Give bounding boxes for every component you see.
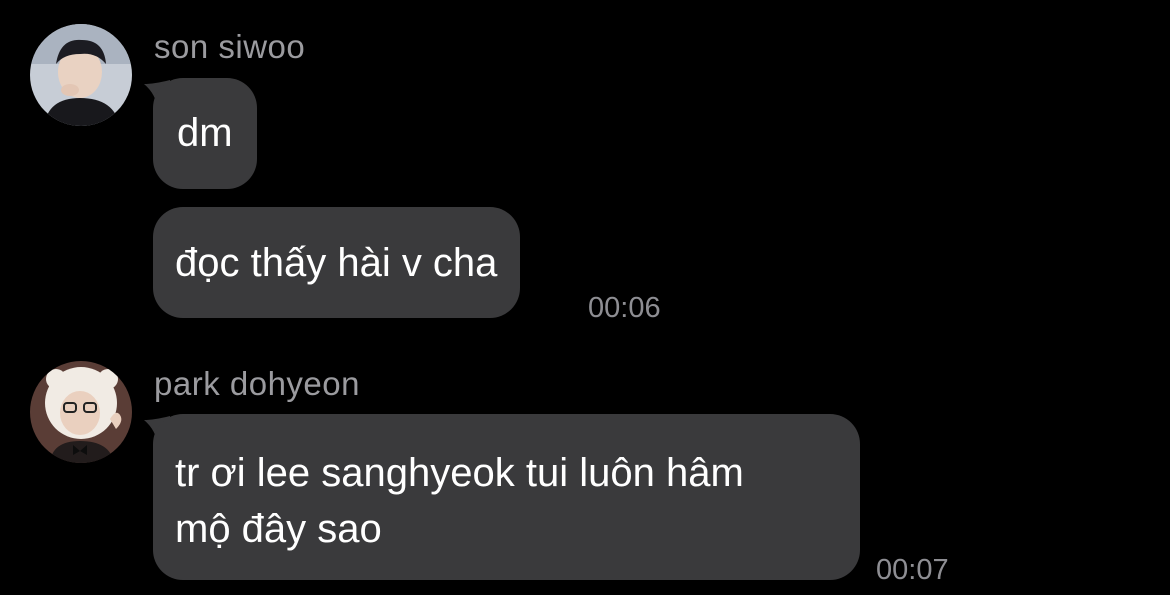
message-bubble[interactable]: đọc thấy hài v cha (153, 207, 521, 318)
message-bubble[interactable]: tr ơi lee sanghyeok tui luôn hâm mộ đây … (153, 414, 860, 580)
message-timestamp: 00:06 (588, 292, 661, 324)
message-timestamp: 00:07 (876, 554, 949, 586)
avatar-park-dohyeon[interactable] (30, 361, 132, 463)
sender-name: son siwoo (154, 28, 306, 65)
avatar-photo-icon (30, 24, 132, 126)
message-text: đọc thấy hài v cha (175, 241, 498, 285)
sender-name: park dohyeon (154, 365, 360, 402)
avatar-photo-icon (30, 361, 132, 463)
message-bubble[interactable]: dm (153, 78, 257, 189)
message-text-line: mộ đây sao (175, 507, 382, 551)
message-text-line: tr ơi lee sanghyeok tui luôn hâm (175, 451, 744, 495)
avatar-son-siwoo[interactable] (30, 24, 132, 126)
message-text: dm (177, 111, 233, 155)
